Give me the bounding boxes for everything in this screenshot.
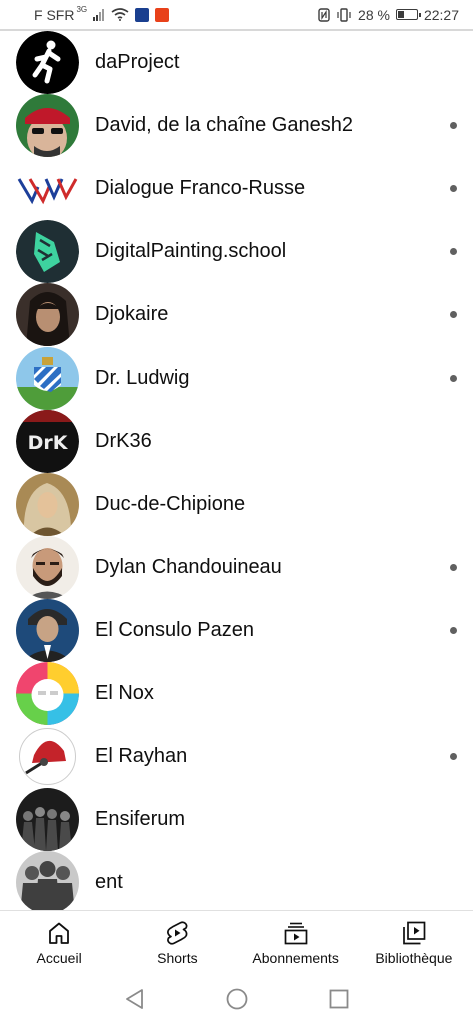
status-left: F SFR 3G [34, 5, 170, 23]
nav-library-label: Bibliothèque [375, 949, 453, 966]
home-icon [49, 922, 70, 944]
channel-name: Djokaire [95, 303, 169, 326]
subscriptions-icon [284, 922, 307, 944]
channel-name: DrK36 [95, 429, 152, 452]
home-circle-icon[interactable] [225, 987, 249, 1011]
nav-home-label: Accueil [36, 949, 82, 966]
channel-name: Dialogue Franco-Russe [95, 177, 306, 200]
channel-row[interactable]: El Consulo Pazen [0, 598, 473, 662]
channel-name: Dylan Chandouineau [95, 555, 282, 578]
channel-name: Ensiferum [95, 808, 186, 831]
new-content-dot [450, 563, 457, 571]
channel-name: El Rayhan [95, 745, 188, 768]
channel-avatar[interactable]: DrK [16, 409, 79, 473]
status-right: 28 % 22:27 [318, 7, 459, 23]
channel-name: DigitalPainting.school [95, 240, 287, 263]
channel-avatar[interactable] [16, 725, 79, 789]
channel-row[interactable]: DrK DrK36 [0, 409, 473, 473]
new-content-dot [450, 122, 457, 130]
system-navigation-bar [0, 974, 473, 1024]
app-notification-icon [155, 7, 170, 22]
nav-library[interactable]: Bibliothèque [355, 911, 473, 974]
battery-icon [395, 9, 421, 20]
channel-avatar[interactable] [16, 662, 79, 725]
clock: 22:27 [423, 6, 459, 23]
new-content-dot [450, 626, 457, 634]
subscriptions-channel-list[interactable]: daProject David, de la chaîne Ganesh2 Dial… [0, 31, 473, 910]
library-icon [403, 921, 426, 944]
channel-row[interactable]: Ensiferum [0, 788, 473, 852]
channel-row[interactable]: Djokaire [0, 283, 473, 347]
channel-name: Duc-de-Chipione [95, 492, 246, 515]
new-content-dot [450, 311, 457, 319]
wifi-icon [111, 8, 129, 21]
nav-subscriptions-label: Abonnements [252, 949, 339, 966]
new-content-dot [450, 753, 457, 761]
channel-avatar[interactable] [16, 220, 79, 284]
channel-avatar[interactable] [16, 472, 79, 536]
channel-row[interactable]: Dylan Chandouineau [0, 535, 473, 599]
nav-home[interactable]: Accueil [0, 911, 118, 974]
channel-avatar[interactable] [16, 283, 79, 347]
channel-avatar[interactable] [16, 598, 79, 662]
shorts-icon [167, 921, 188, 944]
channel-avatar[interactable] [16, 346, 79, 410]
channel-name: David, de la chaîne Ganesh2 [95, 114, 353, 137]
status-bar: F SFR 3G 28 % 22:27 [0, 0, 473, 31]
channel-name: daProject [95, 51, 180, 73]
new-content-dot [450, 248, 457, 256]
channel-row[interactable]: El Nox [0, 662, 473, 725]
nav-shorts[interactable]: Shorts [118, 911, 236, 974]
channel-avatar[interactable] [16, 851, 79, 910]
channel-row[interactable]: Duc-de-Chipione [0, 472, 473, 536]
channel-avatar[interactable] [16, 788, 79, 852]
channel-avatar[interactable] [16, 31, 79, 94]
channel-avatar[interactable] [16, 157, 79, 221]
channel-row[interactable]: Dialogue Franco-Russe [0, 157, 473, 221]
battery-percent: 28 % [358, 6, 390, 23]
signal-icon [93, 8, 105, 21]
channel-name: El Consulo Pazen [95, 618, 254, 641]
new-content-dot [450, 185, 457, 193]
channel-row[interactable]: David, de la chaîne Ganesh2 [0, 94, 473, 158]
channel-row[interactable]: El Rayhan [0, 725, 473, 789]
channel-row[interactable]: daProject [0, 31, 473, 94]
channel-row[interactable]: ent [0, 851, 473, 910]
new-content-dot [450, 374, 457, 382]
svg-text:DrK: DrK [28, 432, 69, 454]
nav-subscriptions[interactable]: Abonnements [237, 911, 355, 974]
channel-name: ent [95, 871, 123, 894]
bottom-navigation: Accueil Shorts Abonnements Bibliothèque [0, 910, 473, 974]
channel-name: Dr. Ludwig [95, 366, 190, 389]
nfc-icon [318, 7, 330, 22]
back-triangle-icon[interactable] [123, 987, 147, 1011]
channel-row[interactable]: Dr. Ludwig [0, 346, 473, 410]
channel-name: El Nox [95, 682, 154, 704]
channel-row[interactable]: DigitalPainting.school [0, 220, 473, 284]
app-notification-icon [135, 7, 150, 22]
channel-avatar[interactable] [16, 94, 79, 158]
channel-avatar[interactable] [16, 535, 79, 599]
network-type-label: 3G [76, 5, 88, 14]
carrier-label: F SFR [34, 6, 75, 23]
nav-shorts-label: Shorts [157, 949, 198, 966]
recents-square-icon[interactable] [327, 987, 351, 1011]
vibrate-icon [337, 7, 351, 22]
